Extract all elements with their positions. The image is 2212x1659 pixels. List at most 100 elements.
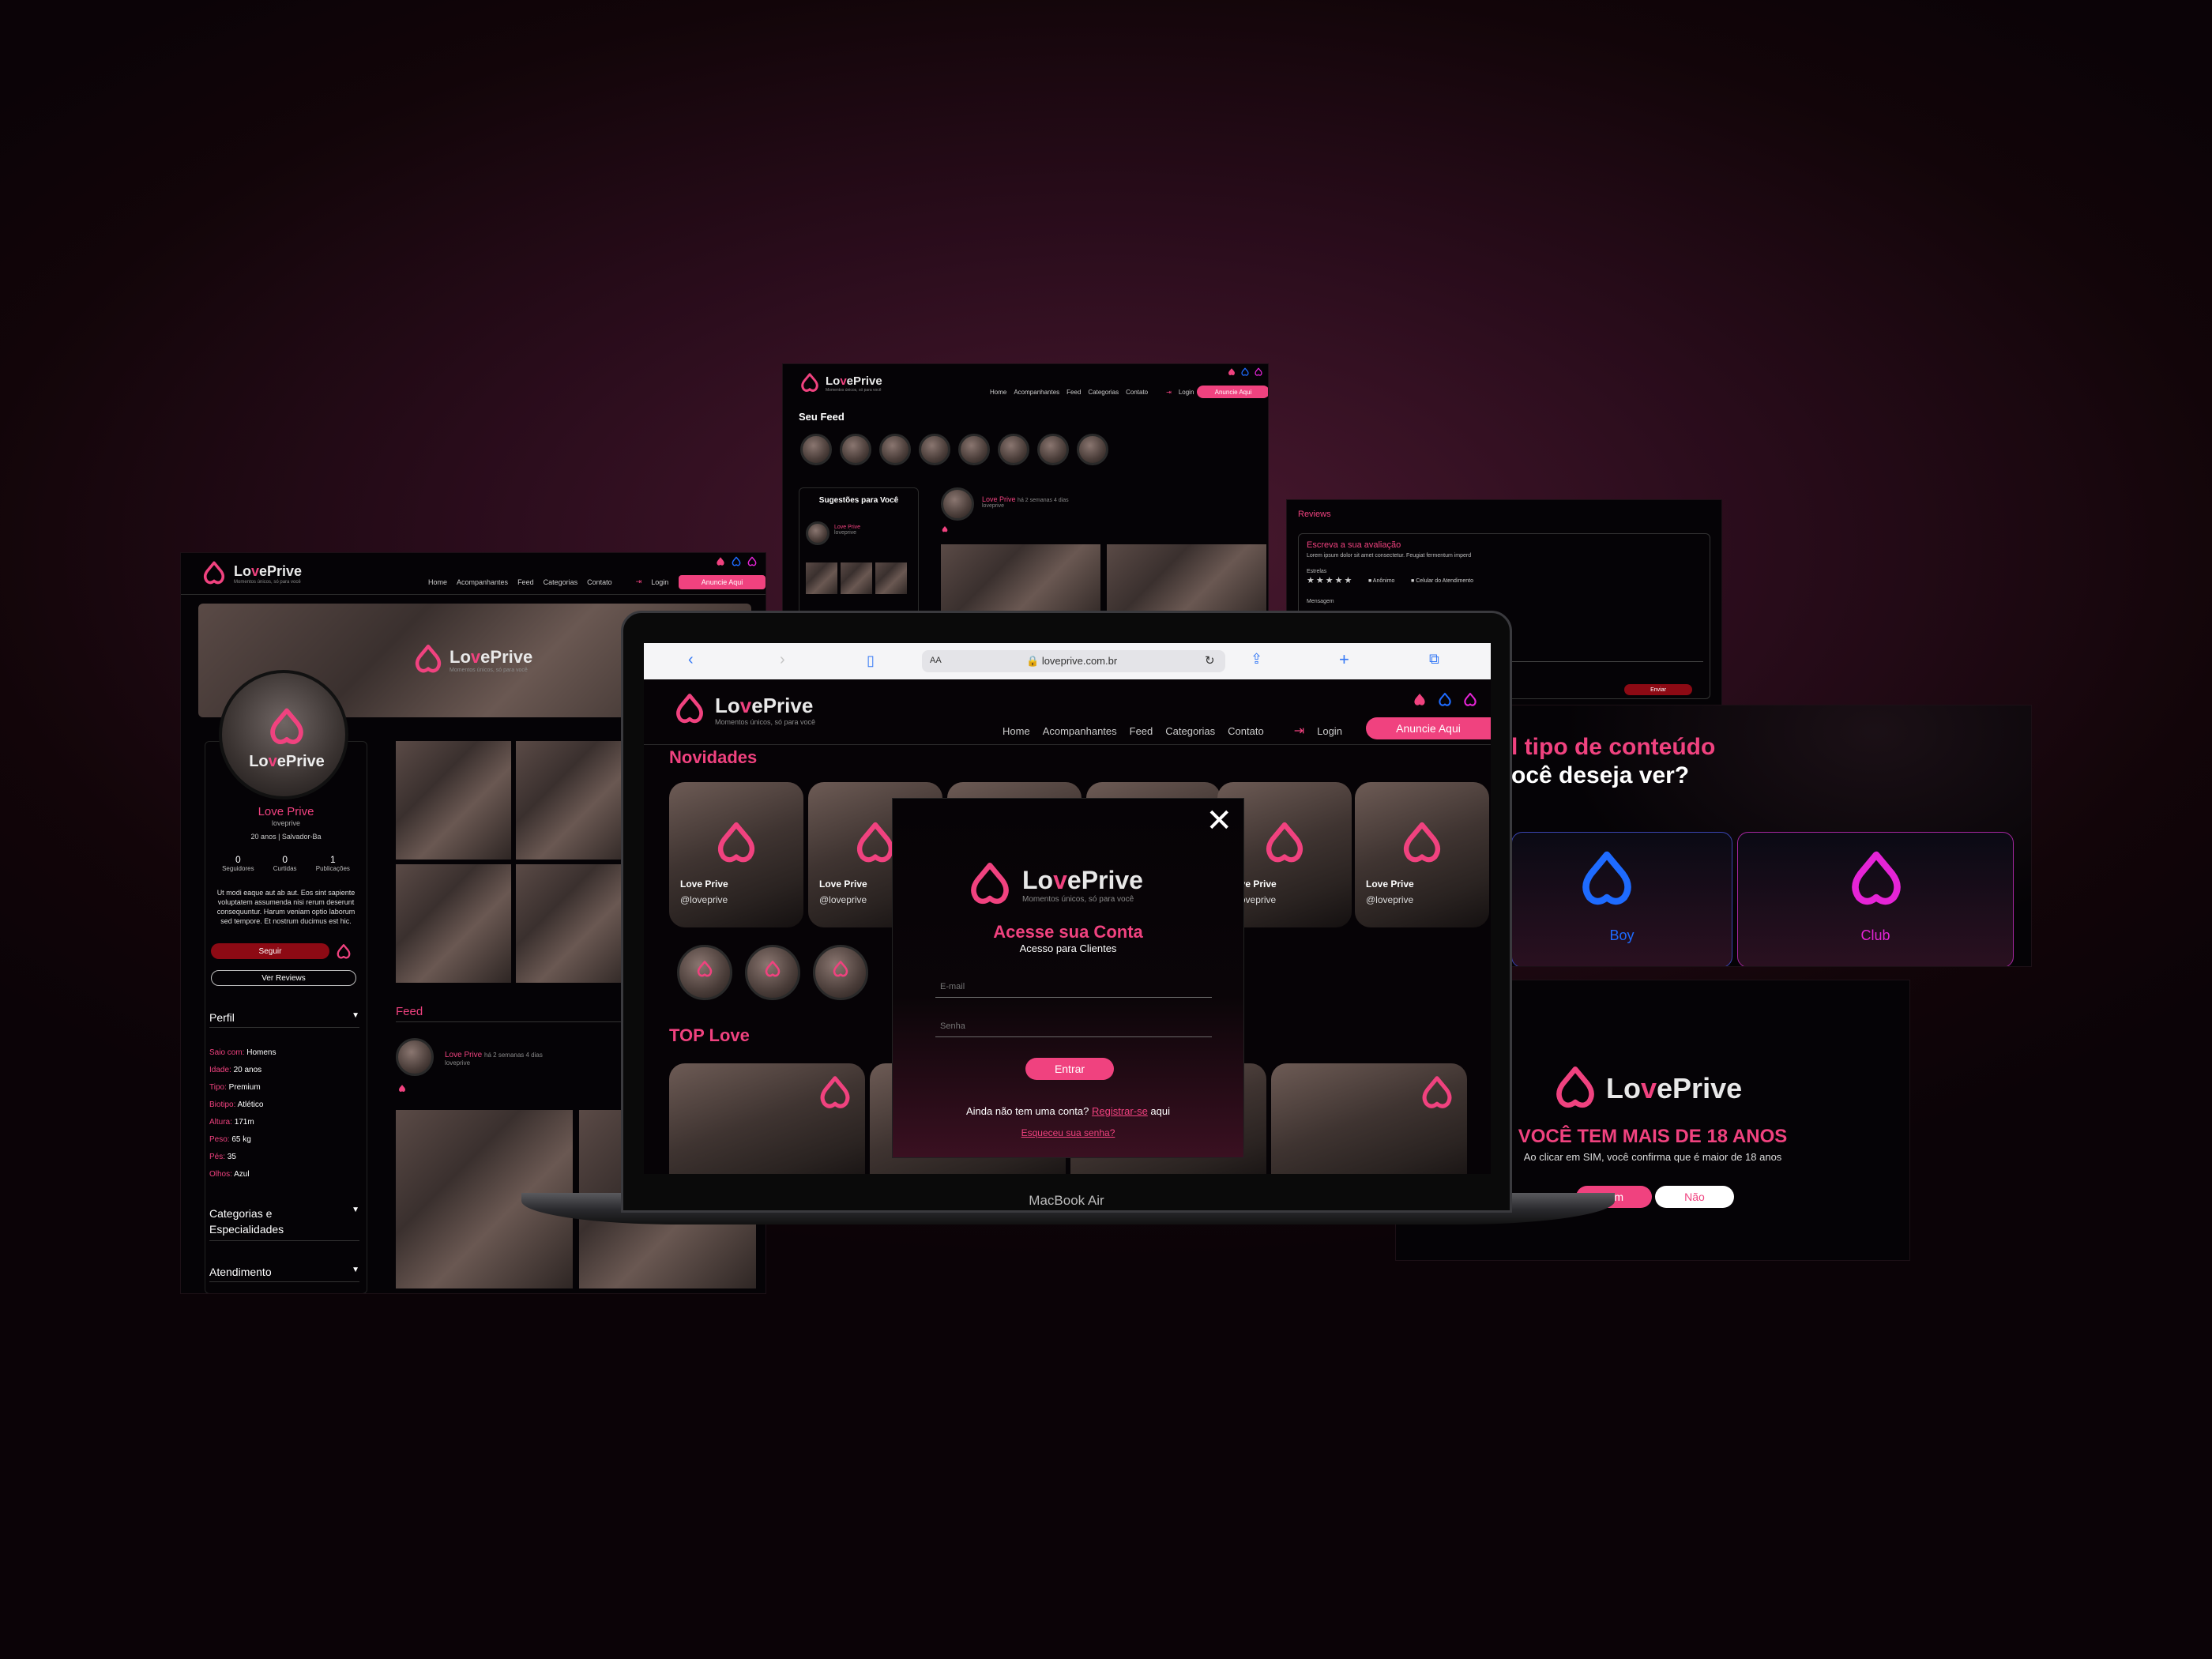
text-size-button[interactable]: AA [930, 656, 942, 665]
back-icon[interactable]: ‹ [688, 651, 694, 669]
submit-review-button[interactable]: Enviar [1624, 684, 1692, 695]
heart-blue-icon[interactable] [1240, 367, 1250, 377]
nav-contato[interactable]: Contato [587, 578, 612, 586]
heart-blue-icon[interactable] [731, 556, 742, 567]
star-rating[interactable]: ★★★★★ [1307, 575, 1353, 585]
tabs-icon[interactable]: ⧉ [1429, 651, 1439, 668]
suggestion-image[interactable] [806, 562, 837, 594]
announce-button[interactable]: Anuncie Aqui [1366, 717, 1491, 739]
atendimento-section-header[interactable]: Atendimento ▼ [209, 1266, 359, 1282]
story-avatar[interactable] [998, 434, 1029, 465]
theme-switch[interactable] [1227, 367, 1263, 377]
top-card[interactable] [1271, 1063, 1467, 1174]
suggestion-image[interactable] [841, 562, 872, 594]
heart-filled-icon[interactable] [1412, 692, 1428, 708]
forward-icon[interactable]: › [780, 651, 785, 669]
reload-icon[interactable]: ↻ [1205, 653, 1215, 668]
heart-blue-icon[interactable] [1437, 692, 1453, 708]
gallery-image[interactable] [396, 741, 511, 860]
nav-login[interactable]: Login [1179, 389, 1194, 396]
story-avatar[interactable] [745, 945, 800, 1000]
nav-login[interactable]: Login [1317, 725, 1342, 737]
reviews-button[interactable]: Ver Reviews [211, 970, 356, 986]
story-avatar[interactable] [677, 945, 732, 1000]
nav-acompanhantes[interactable]: Acompanhantes [1014, 389, 1059, 396]
post-image[interactable] [1107, 544, 1266, 615]
profile-card[interactable]: Love Prive @loveprive [669, 782, 803, 927]
new-tab-icon[interactable]: + [1339, 649, 1349, 670]
close-icon[interactable]: ✕ [1206, 805, 1232, 837]
profile-card[interactable]: Love Prive @loveprive [1355, 782, 1489, 927]
heart-purple-icon[interactable] [747, 556, 758, 567]
story-avatar[interactable] [879, 434, 911, 465]
announce-button[interactable]: Anuncie Aqui [1197, 386, 1268, 398]
story-avatar[interactable] [919, 434, 950, 465]
login-submit-button[interactable]: Entrar [1025, 1058, 1114, 1080]
bookmarks-icon[interactable]: ▯ [867, 653, 875, 669]
post-avatar[interactable] [396, 1038, 434, 1076]
nav-contato[interactable]: Contato [1228, 725, 1264, 737]
address-bar[interactable]: AA 🔒 loveprive.com.br ↻ [922, 650, 1225, 672]
share-icon[interactable]: ⇪ [1251, 651, 1262, 668]
chevron-down-icon: ▼ [352, 1011, 359, 1020]
nav-feed[interactable]: Feed [1066, 389, 1081, 396]
brand-logo[interactable]: LovePrive Momentos únicos, só para você [672, 692, 815, 727]
nav-feed[interactable]: Feed [517, 578, 534, 586]
post-avatar[interactable] [941, 487, 974, 521]
nav-home[interactable]: Home [428, 578, 447, 586]
login-icon[interactable]: ⇥ [636, 577, 642, 586]
nav-acompanhantes[interactable]: Acompanhantes [1043, 725, 1117, 737]
heart-like-icon[interactable] [397, 1084, 407, 1093]
forgot-password-link[interactable]: Esqueceu sua senha? [893, 1127, 1243, 1138]
brand-logo[interactable]: LovePrive Momentos únicos, só para você [799, 372, 882, 394]
gallery-image[interactable] [396, 864, 511, 983]
story-avatar[interactable] [813, 945, 868, 1000]
announce-button[interactable]: Anuncie Aqui [679, 575, 766, 589]
anonymous-checkbox[interactable]: ■ Anônimo [1368, 578, 1394, 584]
gallery-image[interactable] [516, 864, 631, 983]
nav-feed[interactable]: Feed [1130, 725, 1153, 737]
heart-purple-icon[interactable] [1254, 367, 1263, 377]
heart-purple-icon[interactable] [1462, 692, 1478, 708]
nav-categorias[interactable]: Categorias [1088, 389, 1119, 396]
perfil-section-header[interactable]: Perfil ▼ [209, 1011, 359, 1028]
heart-filled-icon[interactable] [715, 556, 726, 567]
theme-switch[interactable] [1412, 692, 1478, 708]
age-no-button[interactable]: Não [1655, 1186, 1734, 1208]
login-icon[interactable]: ⇥ [1166, 389, 1172, 396]
register-link[interactable]: Registrar-se [1092, 1105, 1148, 1117]
option-boy[interactable]: Boy [1511, 832, 1732, 966]
nav-login[interactable]: Login [651, 578, 668, 586]
story-avatar[interactable] [840, 434, 871, 465]
follow-button[interactable]: Seguir [211, 943, 329, 959]
heart-filled-icon[interactable] [1227, 367, 1236, 377]
option-club[interactable]: Club [1737, 832, 2014, 966]
nav-contato[interactable]: Contato [1126, 389, 1148, 396]
nav-acompanhantes[interactable]: Acompanhantes [457, 578, 508, 586]
novidades-title: Novidades [669, 747, 758, 767]
categories-section-header[interactable]: Categorias e Especialidades ▼ [209, 1206, 359, 1241]
suggestion-avatar[interactable] [806, 521, 830, 545]
nav-home[interactable]: Home [990, 389, 1006, 396]
theme-switch[interactable] [715, 556, 758, 567]
story-avatar[interactable] [1077, 434, 1108, 465]
gallery-image[interactable] [516, 741, 631, 860]
url-text[interactable]: 🔒 loveprive.com.br [1026, 655, 1117, 668]
heart-logo-icon [695, 960, 714, 979]
brand-logo[interactable]: LovePrive Momentos únicos, só para você [201, 560, 302, 587]
story-avatar[interactable] [800, 434, 832, 465]
password-field[interactable] [935, 1015, 1212, 1037]
post-image[interactable] [941, 544, 1100, 615]
nav-categorias[interactable]: Categorias [1165, 725, 1215, 737]
heart-like-icon[interactable] [941, 525, 949, 533]
story-avatar[interactable] [1037, 434, 1069, 465]
login-icon[interactable]: ⇥ [1294, 723, 1304, 739]
date-field[interactable]: ■ Celular do Atendimento [1411, 578, 1473, 584]
nav-home[interactable]: Home [1003, 725, 1030, 737]
nav-categorias[interactable]: Categorias [544, 578, 578, 586]
suggestion-image[interactable] [875, 562, 907, 594]
heart-like-icon[interactable] [335, 943, 352, 961]
story-avatar[interactable] [958, 434, 990, 465]
top-card[interactable] [669, 1063, 865, 1174]
email-field[interactable] [935, 976, 1212, 998]
